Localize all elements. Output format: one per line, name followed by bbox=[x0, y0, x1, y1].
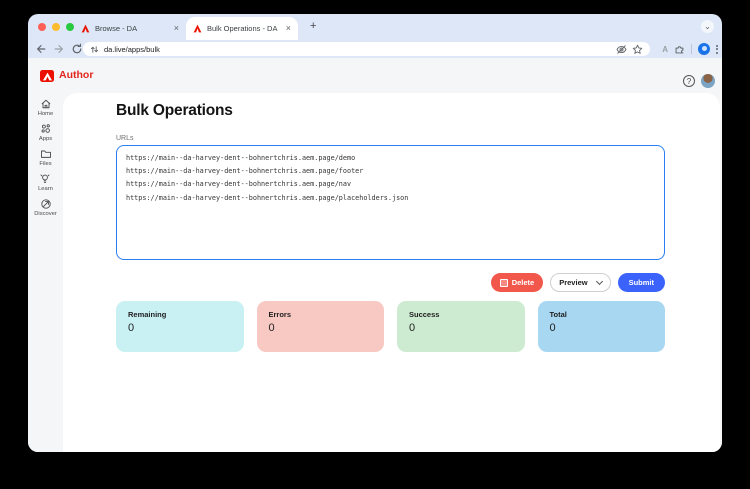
sidebar-item-discover[interactable]: Discover bbox=[34, 198, 57, 217]
tab-browse[interactable]: Browse - DA × bbox=[74, 18, 186, 38]
window-controls bbox=[38, 23, 74, 31]
window-close-button[interactable] bbox=[38, 23, 46, 31]
stat-value: 0 bbox=[128, 322, 135, 334]
refresh-icon[interactable] bbox=[71, 43, 83, 55]
toolbar-right-cluster: A bbox=[662, 42, 718, 56]
sidebar-item-home[interactable]: Home bbox=[38, 98, 53, 117]
stats-row: Remaining 0 Errors 0 Success 0 Total 0 bbox=[116, 301, 665, 352]
home-icon bbox=[40, 98, 52, 110]
tab-title: Browse - DA bbox=[95, 23, 138, 33]
urls-textarea[interactable]: https://main--da-harvey-dent--bohnertchr… bbox=[116, 145, 665, 260]
delete-button-label: Delete bbox=[511, 278, 535, 287]
tab-strip: Browse - DA × Bulk Operations - DA × + ⌄ bbox=[28, 14, 722, 40]
operation-select[interactable]: Preview bbox=[550, 273, 611, 292]
sidebar-item-label: Discover bbox=[34, 211, 57, 217]
tab-close-icon[interactable]: × bbox=[286, 24, 291, 33]
compass-icon bbox=[40, 198, 52, 210]
new-tab-button[interactable]: + bbox=[310, 20, 316, 32]
sidebar-item-files[interactable]: Files bbox=[39, 148, 52, 167]
browser-window: Browse - DA × Bulk Operations - DA × + ⌄ bbox=[28, 14, 722, 452]
sidebar-item-learn[interactable]: Learn bbox=[38, 173, 53, 192]
sidebar-item-label: Home bbox=[37, 111, 54, 117]
apps-icon bbox=[40, 123, 52, 135]
tab-close-icon[interactable]: × bbox=[174, 23, 179, 33]
window-zoom-button[interactable] bbox=[66, 23, 74, 31]
sidebar-item-label: Learn bbox=[38, 186, 53, 192]
chevron-down-icon bbox=[595, 277, 603, 286]
toolbar-separator bbox=[691, 44, 692, 54]
stat-value: 0 bbox=[549, 322, 556, 334]
menu-dots-icon[interactable] bbox=[716, 44, 718, 54]
bookmark-star-icon[interactable] bbox=[632, 44, 643, 55]
tab-search-chevron-icon[interactable]: ⌄ bbox=[701, 20, 714, 33]
back-icon[interactable] bbox=[35, 43, 47, 55]
da-app: Author ? Home Apps Files Learn Discover … bbox=[28, 58, 722, 452]
submit-button[interactable]: Submit bbox=[617, 273, 665, 292]
actions-row: Delete Preview Submit bbox=[116, 273, 665, 292]
stat-card-total: Total 0 bbox=[537, 301, 665, 352]
stat-label: Errors bbox=[268, 310, 292, 319]
tab-bulk-operations[interactable]: Bulk Operations - DA × bbox=[186, 17, 298, 40]
operation-select-value: Preview bbox=[559, 278, 588, 287]
lightbulb-icon bbox=[39, 173, 51, 185]
sidebar-item-label: Files bbox=[39, 161, 52, 167]
stat-label: Remaining bbox=[128, 310, 167, 319]
stat-card-errors: Errors 0 bbox=[256, 301, 384, 352]
extensions-icon[interactable] bbox=[674, 44, 685, 55]
forward-icon[interactable] bbox=[53, 43, 65, 55]
stat-value: 0 bbox=[409, 322, 416, 334]
adobe-logo-icon[interactable] bbox=[40, 70, 54, 82]
folder-icon bbox=[40, 148, 52, 160]
app-sidebar: Home Apps Files Learn Discover bbox=[28, 98, 63, 217]
extension-badge[interactable]: A bbox=[662, 45, 668, 54]
urls-label: URLs bbox=[116, 135, 134, 142]
main-content-card: Bulk Operations URLs https://main--da-ha… bbox=[63, 93, 720, 452]
window-minimize-button[interactable] bbox=[52, 23, 60, 31]
profile-icon[interactable] bbox=[698, 43, 710, 55]
checkbox-icon[interactable] bbox=[499, 278, 508, 287]
brand-title[interactable]: Author bbox=[59, 69, 93, 81]
address-bar[interactable]: da.live/apps/bulk bbox=[83, 42, 650, 56]
stat-value: 0 bbox=[268, 322, 275, 334]
sidebar-item-apps[interactable]: Apps bbox=[39, 123, 52, 142]
site-info-icon[interactable] bbox=[90, 45, 99, 54]
sidebar-item-label: Apps bbox=[38, 136, 53, 142]
eye-off-icon[interactable] bbox=[616, 44, 627, 55]
submit-button-label: Submit bbox=[628, 278, 654, 287]
user-avatar[interactable] bbox=[701, 74, 715, 88]
help-icon[interactable]: ? bbox=[683, 75, 695, 87]
adobe-favicon-icon bbox=[193, 24, 202, 33]
stat-label: Success bbox=[409, 310, 440, 319]
stat-card-success: Success 0 bbox=[397, 301, 525, 352]
browser-toolbar: da.live/apps/bulk A bbox=[28, 40, 722, 59]
adobe-favicon-icon bbox=[81, 24, 90, 33]
page-title: Bulk Operations bbox=[116, 102, 233, 119]
stat-label: Total bbox=[549, 310, 567, 319]
url-text[interactable]: da.live/apps/bulk bbox=[104, 45, 611, 54]
stat-card-remaining: Remaining 0 bbox=[116, 301, 244, 352]
delete-button[interactable]: Delete bbox=[490, 273, 544, 292]
tab-title: Bulk Operations - DA bbox=[207, 24, 278, 33]
